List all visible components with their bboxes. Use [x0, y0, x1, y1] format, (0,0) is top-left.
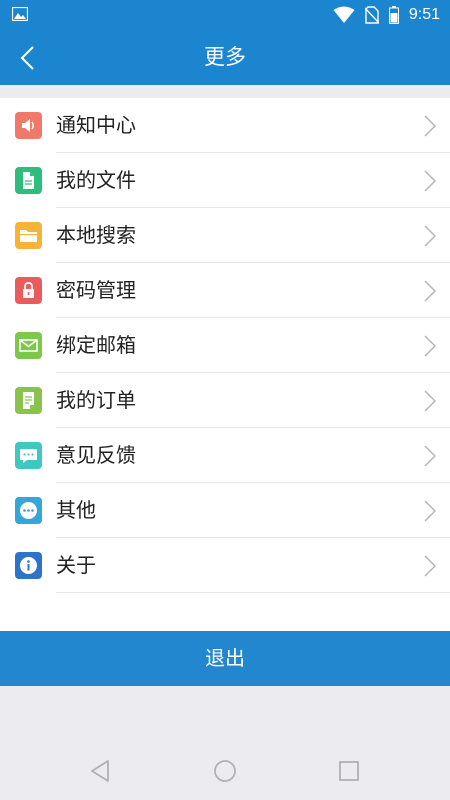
app-bar: 更多: [0, 30, 450, 85]
menu-item-label: 绑定邮箱: [56, 333, 136, 357]
menu-item-label: 我的文件: [56, 168, 136, 192]
wifi-icon: [333, 6, 355, 23]
menu-item-my-orders[interactable]: 我的订单: [0, 373, 450, 428]
menu-item-my-files[interactable]: 我的文件: [0, 153, 450, 208]
more-icon: [15, 497, 42, 524]
gallery-notification-icon: [12, 7, 28, 21]
status-time: 9:51: [408, 6, 440, 23]
system-nav-bar: [0, 740, 450, 800]
battery-icon: [388, 6, 399, 24]
menu-item-password-management[interactable]: 密码管理: [0, 263, 450, 318]
menu-item-other[interactable]: 其他: [0, 483, 450, 538]
chevron-right-icon: [424, 280, 436, 302]
folder-icon: [15, 222, 42, 249]
nav-home-icon[interactable]: [212, 758, 238, 784]
menu-item-about[interactable]: 关于: [0, 538, 450, 593]
lock-icon: [15, 277, 42, 304]
chevron-right-icon: [424, 445, 436, 467]
menu-item-label: 意见反馈: [56, 443, 136, 467]
info-icon: [15, 552, 42, 579]
chevron-right-icon: [424, 555, 436, 577]
menu-item-notifications[interactable]: 通知中心: [0, 98, 450, 153]
order-icon: [15, 387, 42, 414]
speaker-icon: [15, 112, 42, 139]
document-icon: [15, 167, 42, 194]
menu-item-label: 本地搜索: [56, 223, 136, 247]
no-sim-icon: [364, 6, 379, 24]
chevron-right-icon: [424, 335, 436, 357]
menu-item-bind-email[interactable]: 绑定邮箱: [0, 318, 450, 373]
nav-recents-icon[interactable]: [336, 758, 362, 784]
mail-icon: [15, 332, 42, 359]
menu-item-local-search[interactable]: 本地搜索: [0, 208, 450, 263]
chevron-right-icon: [424, 115, 436, 137]
chevron-right-icon: [424, 225, 436, 247]
menu-item-feedback[interactable]: 意见反馈: [0, 428, 450, 483]
chat-icon: [15, 442, 42, 469]
menu-list: 通知中心 我的文件 本地搜索 密码管理 绑定邮箱 我的订单 意见反馈 其他 关于: [0, 98, 450, 631]
status-bar: 9:51: [0, 0, 450, 30]
chevron-right-icon: [424, 500, 436, 522]
menu-item-label: 密码管理: [56, 278, 136, 302]
divider: [56, 592, 450, 593]
menu-item-label: 关于: [56, 553, 96, 577]
menu-item-label: 我的订单: [56, 388, 136, 412]
chevron-right-icon: [424, 390, 436, 412]
page-title: 更多: [204, 45, 246, 69]
menu-item-label: 通知中心: [56, 113, 136, 137]
chevron-right-icon: [424, 170, 436, 192]
menu-item-label: 其他: [56, 498, 96, 522]
logout-button[interactable]: 退出: [0, 631, 450, 686]
nav-back-icon[interactable]: [88, 758, 114, 784]
